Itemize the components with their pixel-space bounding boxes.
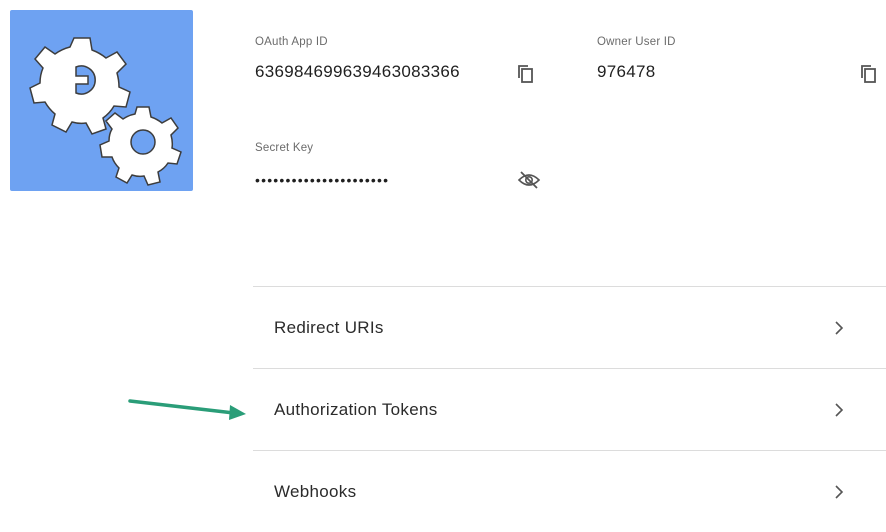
settings-menu: Redirect URIs Authorization Tokens Webho… xyxy=(253,286,886,532)
oauth-app-id-label: OAuth App ID xyxy=(255,36,328,48)
copy-owner-user-id-button[interactable] xyxy=(857,62,881,86)
annotation-arrow xyxy=(128,399,246,420)
menu-item-authorization-tokens[interactable]: Authorization Tokens xyxy=(253,369,886,450)
menu-item-redirect-uris[interactable]: Redirect URIs xyxy=(253,287,886,368)
chevron-right-icon xyxy=(835,402,844,417)
copy-oauth-app-id-button[interactable] xyxy=(514,62,538,86)
menu-item-label: Authorization Tokens xyxy=(274,399,438,419)
menu-item-webhooks[interactable]: Webhooks xyxy=(253,451,886,532)
eye-off-icon xyxy=(517,171,541,189)
menu-item-label: Redirect URIs xyxy=(274,317,384,337)
owner-user-id-value: 976478 xyxy=(597,62,656,81)
copy-icon xyxy=(518,65,533,83)
menu-item-label: Webhooks xyxy=(274,481,357,501)
secret-key-value: •••••••••••••••••••••• xyxy=(255,172,390,188)
copy-icon xyxy=(861,65,876,83)
oauth-app-id-value: 636984699639463083366 xyxy=(255,62,460,81)
toggle-secret-visibility-button[interactable] xyxy=(517,168,541,192)
chevron-right-icon xyxy=(835,320,844,335)
owner-user-id-label: Owner User ID xyxy=(597,36,676,48)
chevron-right-icon xyxy=(835,484,844,499)
gears-icon xyxy=(29,37,182,186)
secret-key-label: Secret Key xyxy=(255,142,314,154)
app-logo xyxy=(10,10,193,191)
